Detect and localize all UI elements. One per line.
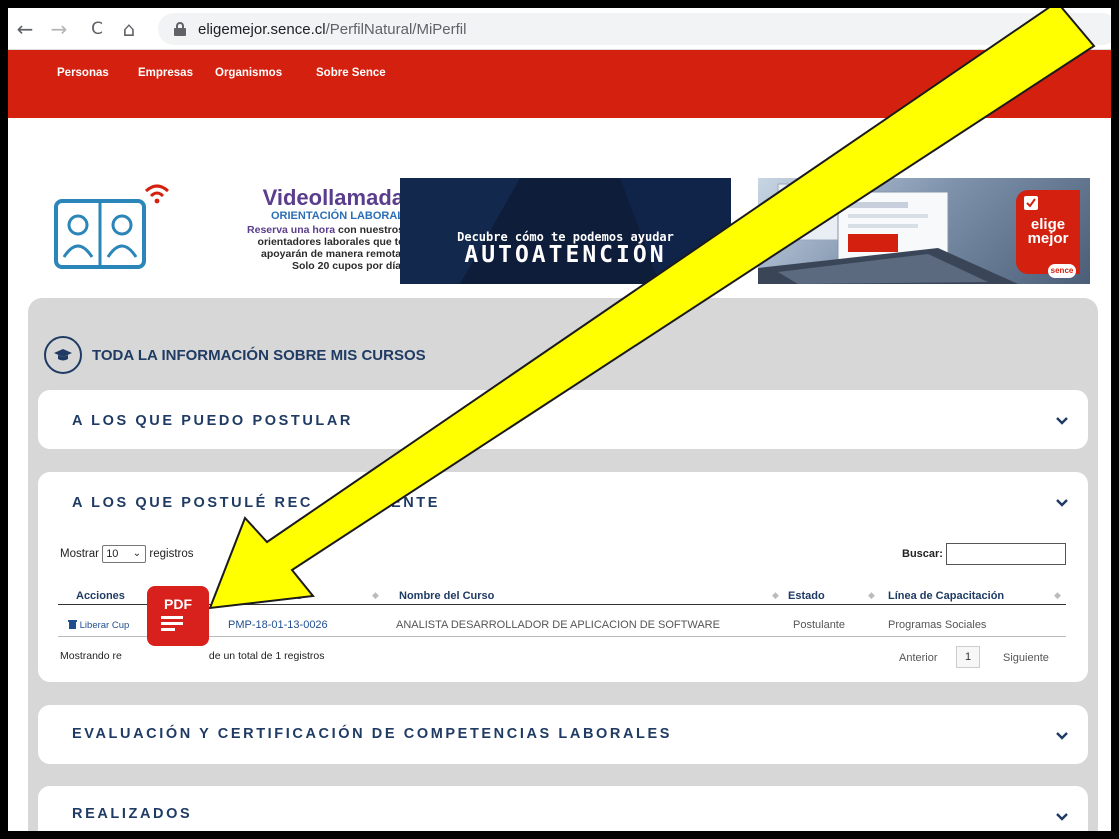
search-input[interactable]	[946, 543, 1066, 565]
videollamada-banner[interactable]: Videollamada ORIENTACIÓN LABORAL Reserva…	[54, 170, 404, 280]
videollamada-subtitle: ORIENTACIÓN LABORAL	[270, 210, 404, 222]
nav-empresas[interactable]: Empresas	[138, 67, 193, 79]
video-call-icon	[54, 199, 146, 269]
chevron-down-icon[interactable]	[1056, 811, 1068, 823]
pdf-icon[interactable]: PDF	[147, 586, 209, 646]
course-name: ANALISTA DESARROLLADOR DE APLICACION DE …	[396, 619, 720, 631]
autoatencion-title: AUTOATENCIÓN	[464, 242, 667, 268]
card-postule-title[interactable]: A LOS QUE POSTULÉ REC ENTE	[72, 495, 440, 511]
browser-window: ← → C ⌂ eligemejor.sence.cl/PerfilNatura…	[8, 8, 1111, 831]
chevron-down-icon[interactable]	[1056, 497, 1068, 509]
card-realizados-title: REALIZADOS	[72, 806, 193, 822]
course-code[interactable]: PMP-18-01-13-0026	[228, 619, 328, 631]
table-row-divider	[58, 636, 1066, 637]
nav-sobre-sence[interactable]: Sobre Sence	[316, 67, 386, 79]
card-realizados[interactable]: REALIZADOS	[38, 786, 1088, 831]
course-line: Programas Sociales	[888, 619, 987, 631]
url-path: /PerfilNatural/MiPerfil	[325, 20, 467, 38]
lock-icon	[174, 22, 186, 36]
chevron-down-icon[interactable]	[1056, 415, 1068, 427]
chevron-down-icon: ⌄	[132, 548, 142, 559]
wifi-icon	[144, 184, 170, 204]
card-evaluacion-title: EVALUACIÓN Y CERTIFICACIÓN DE COMPETENCI…	[72, 726, 673, 742]
liberar-cupo-link[interactable]: Liberar Cup	[68, 619, 129, 631]
chevron-down-icon[interactable]	[1056, 730, 1068, 742]
sort-icon[interactable]: ◆	[372, 590, 379, 601]
col-nombre[interactable]: Nombre del Curso	[399, 590, 494, 602]
section-title: TODA LA INFORMACIÓN SOBRE MIS CURSOS	[92, 346, 426, 364]
autoatencion-banner[interactable]: Decubre cómo te podemos ayudar AUTOATENC…	[400, 178, 731, 284]
elige-mejor-logo: elige mejor sence	[1016, 190, 1080, 278]
back-button[interactable]: ←	[12, 16, 38, 42]
address-bar[interactable]: eligemejor.sence.cl/PerfilNatural/MiPerf…	[158, 13, 1111, 45]
sort-icon[interactable]: ◆	[868, 590, 875, 601]
url-domain: eligemejor.sence.cl	[198, 20, 326, 38]
next-page-button[interactable]: Siguiente	[1003, 652, 1049, 664]
course-status: Postulante	[793, 619, 845, 631]
sort-icon[interactable]: ◆	[772, 590, 779, 601]
home-button[interactable]: ⌂	[116, 16, 142, 42]
page-1-button[interactable]: 1	[956, 646, 980, 668]
prev-page-button[interactable]: Anterior	[899, 652, 938, 664]
screenshot-frame: ← → C ⌂ eligemejor.sence.cl/PerfilNatura…	[0, 0, 1119, 839]
search-label: Buscar:	[902, 548, 943, 560]
page-length-control: Mostrar 10 ⌄ registros	[60, 545, 194, 563]
col-acciones[interactable]: Acciones	[76, 590, 125, 602]
card-evaluacion[interactable]: EVALUACIÓN Y CERTIFICACIÓN DE COMPETENCI…	[38, 705, 1088, 764]
card-puedo-postular[interactable]: A LOS QUE PUEDO POSTULAR	[38, 390, 1088, 449]
page-length-select[interactable]: 10 ⌄	[102, 545, 147, 563]
sort-icon[interactable]: ◆	[1054, 590, 1061, 601]
trash-icon	[68, 620, 77, 629]
check-icon	[1024, 196, 1038, 210]
videollamada-title: Videollamada	[262, 185, 404, 210]
reload-button[interactable]: C	[84, 16, 110, 42]
graduation-cap-icon	[44, 336, 82, 374]
courses-section-header: TODA LA INFORMACIÓN SOBRE MIS CURSOS	[44, 336, 426, 374]
sence-logo: sence	[1048, 264, 1076, 278]
col-estado[interactable]: Estado	[788, 590, 825, 602]
col-linea[interactable]: Línea de Capacitación	[888, 590, 1004, 602]
browser-toolbar: ← → C ⌂ eligemejor.sence.cl/PerfilNatura…	[8, 8, 1111, 50]
videollamada-text: Reserva una hora con nuestros orientador…	[247, 224, 404, 272]
table-header-divider	[58, 604, 1066, 605]
col-codigo[interactable]: o Curso	[261, 590, 303, 602]
nav-personas[interactable]: Personas	[57, 67, 109, 79]
nav-organismos[interactable]: Organismos	[215, 67, 282, 79]
site-nav: Personas Empresas Organismos Sobre Sence	[8, 50, 1111, 118]
forward-button[interactable]: →	[46, 16, 72, 42]
elige-mejor-banner[interactable]: elige mejor sence	[758, 178, 1090, 284]
table-info: Mostrando re de un total de 1 registros	[60, 650, 325, 662]
card-puedo-postular-title: A LOS QUE PUEDO POSTULAR	[72, 413, 353, 429]
